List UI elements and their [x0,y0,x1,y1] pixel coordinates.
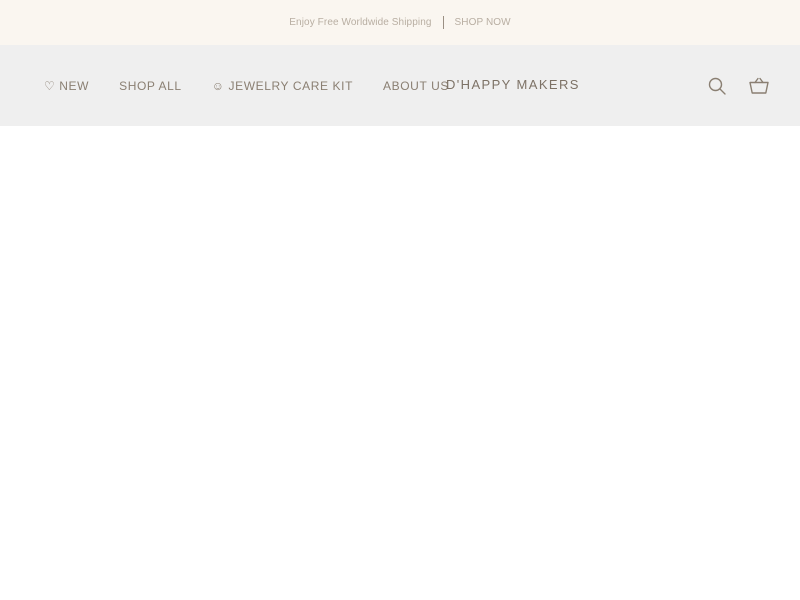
site-logo[interactable]: D'HAPPY MAKERS [446,45,580,124]
main-content [0,126,800,600]
site-header: ♡ NEW SHOP ALL ☺ JEWELRY CARE KIT ABOUT … [0,45,800,126]
basket-icon [749,77,769,95]
announcement-bar: Enjoy Free Worldwide Shipping SHOP NOW [0,0,800,45]
nav-item-shop-all[interactable]: SHOP ALL [119,79,182,93]
nav-item-about-us[interactable]: ABOUT US [383,79,449,93]
nav-item-new[interactable]: ♡ NEW [44,79,89,93]
nav-item-jewelry-care-kit[interactable]: ☺ JEWELRY CARE KIT [212,79,353,93]
main-nav: ♡ NEW SHOP ALL ☺ JEWELRY CARE KIT ABOUT … [44,45,449,126]
search-button[interactable] [707,76,727,96]
search-icon [708,77,726,95]
cart-button[interactable] [749,76,769,96]
announcement-divider [442,16,444,29]
header-icons [707,45,769,126]
announcement-text: Enjoy Free Worldwide Shipping [289,17,432,28]
shop-now-link[interactable]: SHOP NOW [455,17,511,28]
